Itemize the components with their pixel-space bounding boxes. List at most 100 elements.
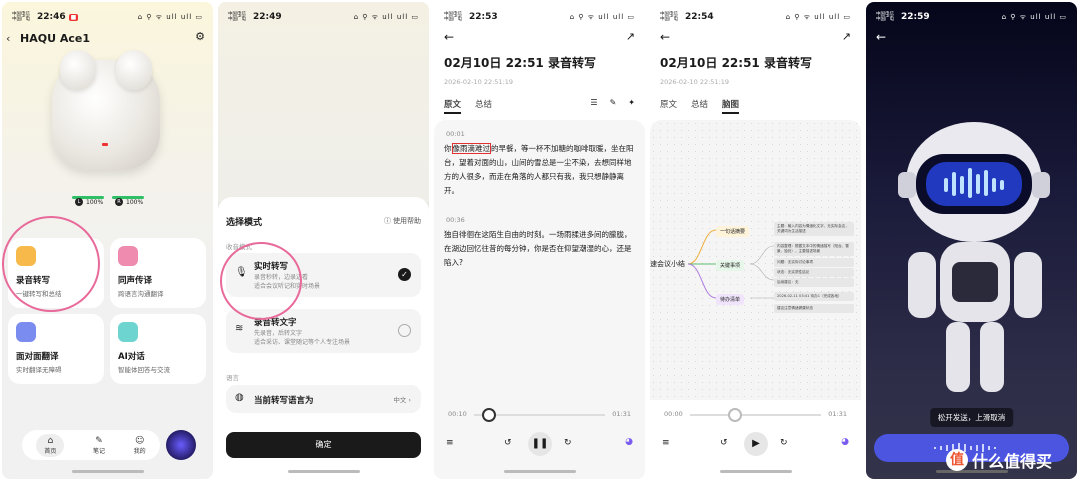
seek-slider[interactable] [690,414,821,416]
watermark-text: 什么值得买 [972,452,1053,471]
bottom-nav: ⌂ 首页 ✎ 笔记 ☺ 我的 [22,430,160,460]
playlist-icon[interactable]: ≡ [662,438,670,448]
radio-unselected[interactable] [398,324,411,337]
transcript-paragraph: 独自徘徊在这陌生自由的时刻。一场雨揉进多间的朦胧，在湖边回忆往昔的每分钟，你是否… [444,230,632,267]
clock: 22:46 [37,12,66,22]
tab-original[interactable]: 原文 [444,98,462,114]
status-icons: ⌂ ⚲ ᯤ ull ull ▭ [569,12,635,21]
settings-sliders-icon[interactable]: ⚙ [195,30,205,43]
play-position: 00:10 [448,410,467,418]
mindmap-root: 速会议小结 [650,260,685,268]
home-indicator [719,470,792,473]
robot-assistant-avatar[interactable] [166,430,196,460]
seek-knob[interactable] [728,408,742,422]
play-button[interactable]: ▶ [744,432,768,456]
globe-icon: ◍ [235,392,244,403]
list-icon[interactable]: ☰ [590,98,597,107]
transcript-paragraph: 你像雨滴难过的早餐，等一杯不加糖的咖啡取暖，坐在阳台，望着对面的山，山间的雪总是… [444,143,634,195]
mindmap-canvas[interactable]: 速会议小结 一句话摘要 关键事项 待办清单 主题：输入内容为情绪化文字，无实际会… [650,120,861,400]
user-icon: ☺ [134,435,145,446]
confirm-button[interactable]: 确定 [226,432,421,458]
carrier-label: 中国电信 中国广电 [12,12,30,22]
back-arrow-icon[interactable]: ← [444,30,454,44]
card-face-to-face[interactable]: 面对面翻译 实时翻译无障碍 [8,314,104,384]
sheet-title: 选择模式 [226,218,263,228]
left-earbud [60,50,96,90]
mindmap-leaf: 主题：输入内容为情绪化文字，无实际会议，关键词为生活描述 [774,222,854,236]
status-icons: ⌂ ⚲ ᯤ ull ull ▭ [1001,12,1067,21]
phone-mindmap: 中国电信 中国广电 22:54 ⌂ ⚲ ᯤ ull ull ▭ ← ↗ 02月10… [650,2,861,479]
clock: 22:59 [901,12,930,22]
duration: 01:31 [828,410,847,418]
forward-icon[interactable]: ↻ [780,438,788,448]
clock: 22:53 [469,12,498,22]
waveform-icon: ≋ [235,323,244,334]
status-icons: ⌂ ⚲ ᯤ ull ull ▭ [353,12,419,21]
card-simultaneous-interpret[interactable]: 同声传译 跨语言沟通翻译 [110,238,206,308]
mindmap-node: 待办清单 [716,294,745,305]
interpret-icon [118,246,138,266]
tab-summary[interactable]: 总结 [475,98,492,114]
home-icon: ⌂ [47,435,54,446]
background-dim [218,2,429,202]
playlist-icon[interactable]: ≡ [446,438,454,448]
share-icon[interactable]: ↗ [842,30,851,43]
help-icon: ⓘ [384,217,391,225]
tab-mindmap[interactable]: 脑图 [722,98,740,114]
case-led [102,143,108,146]
status-icons: ⌂ ⚲ ᯤ ull ull ▭ [137,12,203,21]
pen-icon: ✎ [95,435,103,446]
help-link[interactable]: ⓘ 使用帮助 [384,216,421,226]
phone-mode-select: 中国电信 中国广电 22:49 ⌂ ⚲ ᯤ ull ull ▭ 选择模式 ⓘ 使用帮… [218,2,429,479]
duration: 01:31 [612,410,631,418]
status-bar: 中国电信 中国广电 22:53 ⌂ ⚲ ᯤ ull ull ▭ [444,8,635,26]
card-ai-chat[interactable]: AI对话 智能体回答与交流 [110,314,206,384]
nav-home[interactable]: ⌂ 首页 [36,433,65,457]
highlight-circle [2,216,100,312]
magic-icon[interactable]: ✦ [628,98,635,107]
home-indicator [503,470,576,473]
record-title: 02月10日 22:51 录音转写 [660,56,812,70]
nav-notes[interactable]: ✎ 笔记 [93,436,105,455]
rewind-icon[interactable]: ↺ [504,438,512,448]
watermark: 值 什么值得买 [946,448,1052,472]
record-date: 2026-02-10 22:51:19 [660,78,730,86]
translate-icon [16,322,36,342]
record-title: 02月10日 22:51 录音转写 [444,56,596,70]
tab-summary[interactable]: 总结 [691,98,708,114]
release-to-send-hint: 松开发送，上滑取消 [929,408,1014,427]
carrier-label: 中国电信 中国广电 [444,12,462,22]
edit-icon[interactable]: ✎ [610,98,617,107]
ai-assistant-icon[interactable]: ◕ [841,437,849,447]
timestamp: 00:36 [446,216,465,224]
share-icon[interactable]: ↗ [626,30,635,43]
tab-bar: 原文 总结 [444,98,492,114]
ai-assistant-icon[interactable]: ◕ [625,437,633,447]
check-selected-icon[interactable]: ✓ [398,268,411,281]
status-bar: 中国电信 中国广电 22:59 ⌂ ⚲ ᯤ ull ull ▭ [876,8,1067,26]
tab-original[interactable]: 原文 [660,98,677,114]
forward-icon[interactable]: ↻ [564,438,572,448]
nav-me[interactable]: ☺ 我的 [134,436,146,455]
rewind-icon[interactable]: ↺ [720,438,728,448]
pause-button[interactable]: ❚❚ [528,432,552,456]
tool-icons: ☰ ✎ ✦ [590,98,635,107]
battery-right: R 100% [115,198,143,206]
back-arrow-icon[interactable]: ← [876,30,886,44]
phone-voice-chat: 中国电信 中国广电 22:59 ⌂ ⚲ ᯤ ull ull ▭ ← 松开发送，上滑… [866,2,1077,479]
home-indicator [287,470,360,473]
mindmap-node: 关键事项 [716,260,745,271]
notification-icon: ■ [68,13,79,21]
mindmap-leaf: 2026-02-11 03:41 待办1（完成各地） [774,292,854,301]
status-bar: 中国电信 中国广电 22:46 ■ ⌂ ⚲ ᯤ ull ull ▭ [12,8,203,26]
phone-transcript: 中国电信 中国广电 22:53 ⌂ ⚲ ᯤ ull ull ▭ ← ↗ 02月10… [434,2,645,479]
mindmap-node: 一句话摘要 [716,226,750,237]
back-arrow-icon[interactable]: ← [660,30,670,44]
seek-knob[interactable] [482,408,496,422]
watermark-logo: 值 [946,449,968,471]
highlight-circle [220,242,302,320]
play-position: 00:00 [664,410,683,418]
language-row[interactable]: ◍ 当前转写语言为 中文 › [226,385,421,413]
mindmap-leaf: 问题：无实际讨论事项 [774,258,854,267]
back-chevron-icon[interactable]: ‹ [6,32,10,45]
